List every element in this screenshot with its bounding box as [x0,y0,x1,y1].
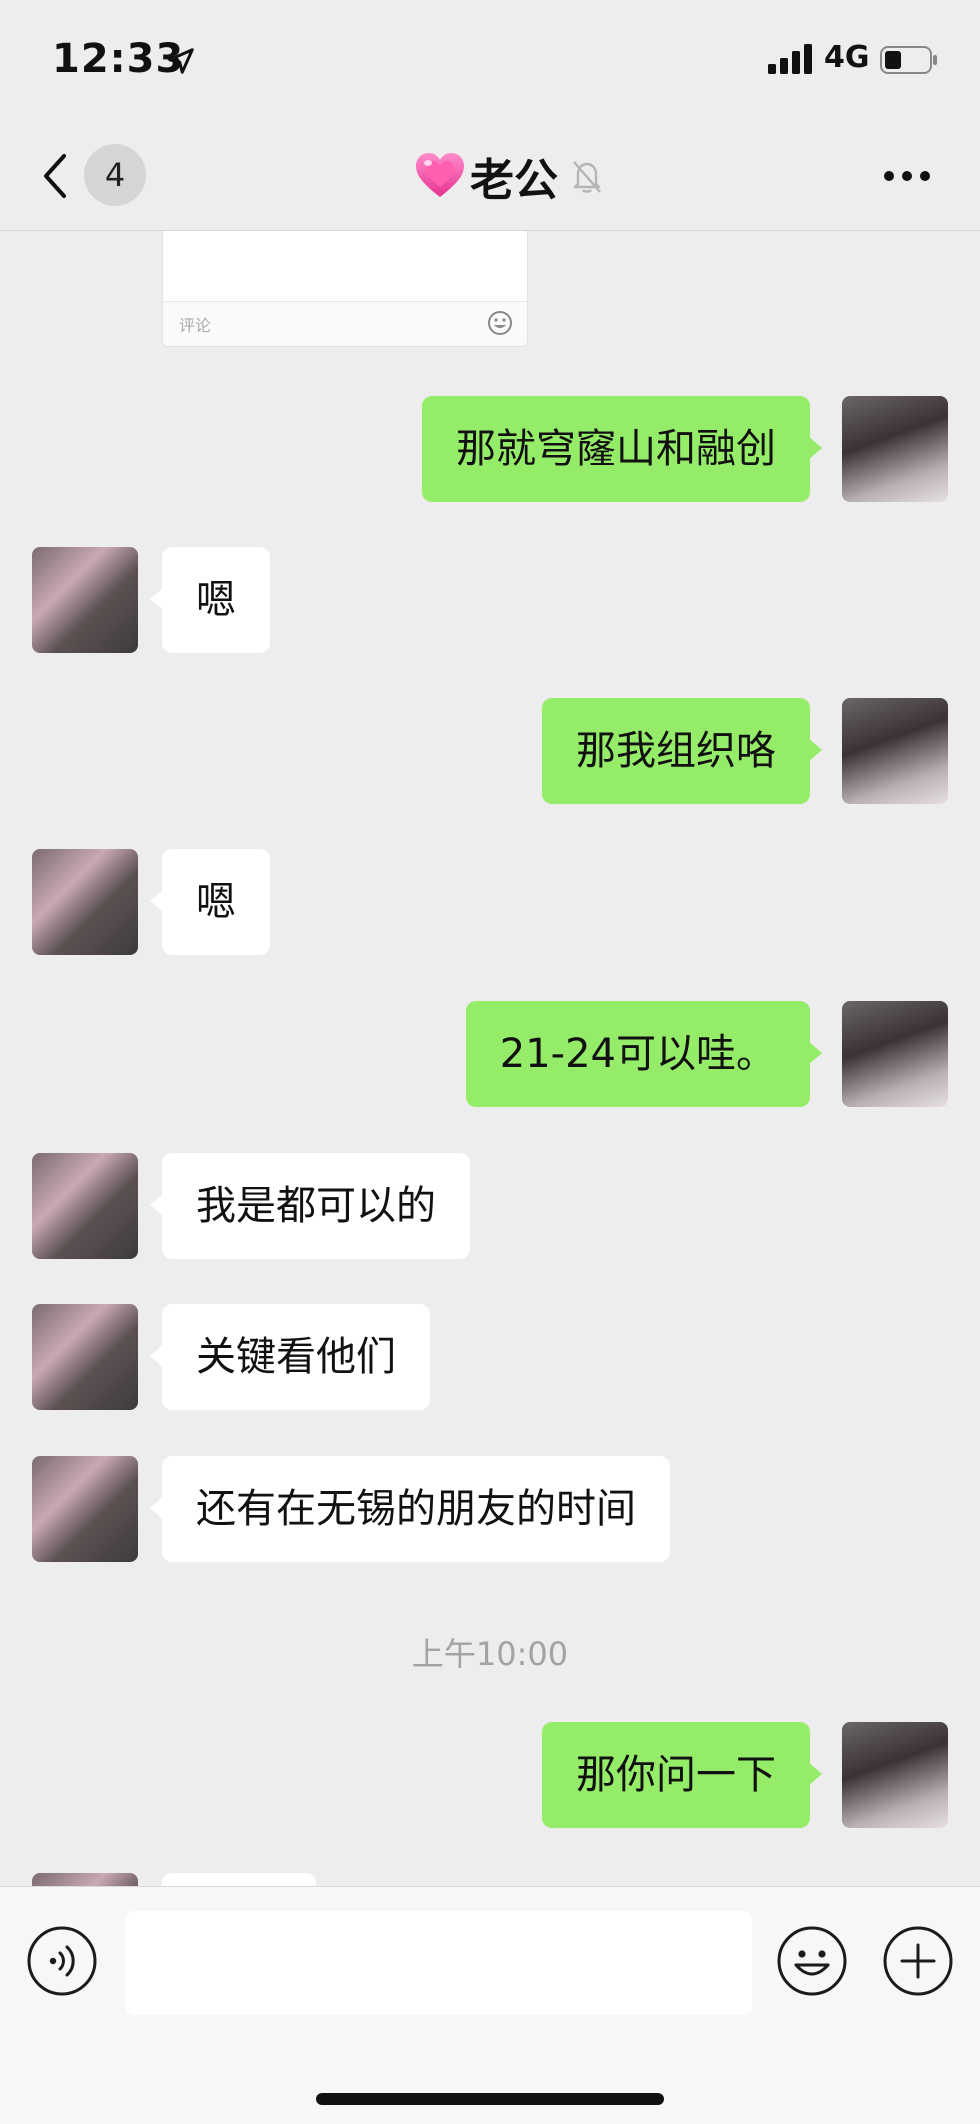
avatar-self[interactable] [842,698,948,804]
voice-input-icon[interactable] [26,1925,98,1997]
message-bubble-outgoing[interactable]: 21-24可以哇。 [465,1001,823,1107]
status-bar: 12:33 4G [0,0,980,120]
message-timestamp: 上午10:00 [411,1635,569,1673]
emoji-icon[interactable] [487,310,513,336]
comment-bar[interactable]: 评论 [163,301,527,346]
avatar-contact[interactable] [32,1456,138,1562]
message-bubble-incoming[interactable]: 关键看他们 [150,1304,430,1410]
avatar-contact[interactable] [32,1304,138,1410]
message-bubble-incoming[interactable]: 嗯 [150,849,270,955]
avatar-contact[interactable] [32,1873,138,1886]
message-bubble-incoming[interactable]: 我是都可以的 [150,1153,470,1259]
message-input[interactable] [126,1911,752,2015]
message-bubble-outgoing[interactable]: 那就穹窿山和融创 [422,396,822,502]
avatar-contact[interactable] [32,849,138,955]
back-chevron-icon[interactable] [40,152,68,200]
emoji-icon[interactable] [776,1925,848,1997]
shared-moments-card[interactable]: 评论 [162,231,528,347]
muted-bell-icon [573,161,601,193]
input-toolbar [0,1886,980,2124]
message-list[interactable]: 评论 那就穹窿山和融创 嗯 那我组织咯 嗯 21-24可以哇。 我是都可以的 关… [0,231,980,1886]
home-indicator[interactable] [316,2093,664,2105]
contact-name: 老公 [470,155,558,206]
status-time: 12:33 [52,36,185,82]
message-bubble-outgoing[interactable]: 那我组织咯 [542,698,822,804]
battery-icon [880,46,937,74]
comment-placeholder: 评论 [179,316,212,335]
plus-more-icon[interactable] [882,1925,954,1997]
message-bubble-incoming-partial[interactable] [162,1873,316,1886]
pink-heart-icon [416,153,464,197]
avatar-contact[interactable] [32,1153,138,1259]
avatar-self[interactable] [842,396,948,502]
unread-count-badge[interactable]: 4 [84,144,146,206]
cellular-signal-icon [768,44,812,74]
avatar-self[interactable] [842,1001,948,1107]
location-arrow-icon [168,48,194,74]
more-options-icon[interactable] [882,168,932,184]
network-type: 4G [824,40,870,75]
avatar-self[interactable] [842,1722,948,1828]
message-bubble-outgoing[interactable]: 那你问一下 [542,1722,822,1828]
message-bubble-incoming[interactable]: 嗯 [150,547,270,653]
avatar-contact[interactable] [32,547,138,653]
message-bubble-incoming[interactable]: 还有在无锡的朋友的时间 [150,1456,670,1562]
chat-title: 老公 [414,146,604,206]
chat-header: 4 老公 [0,120,980,231]
